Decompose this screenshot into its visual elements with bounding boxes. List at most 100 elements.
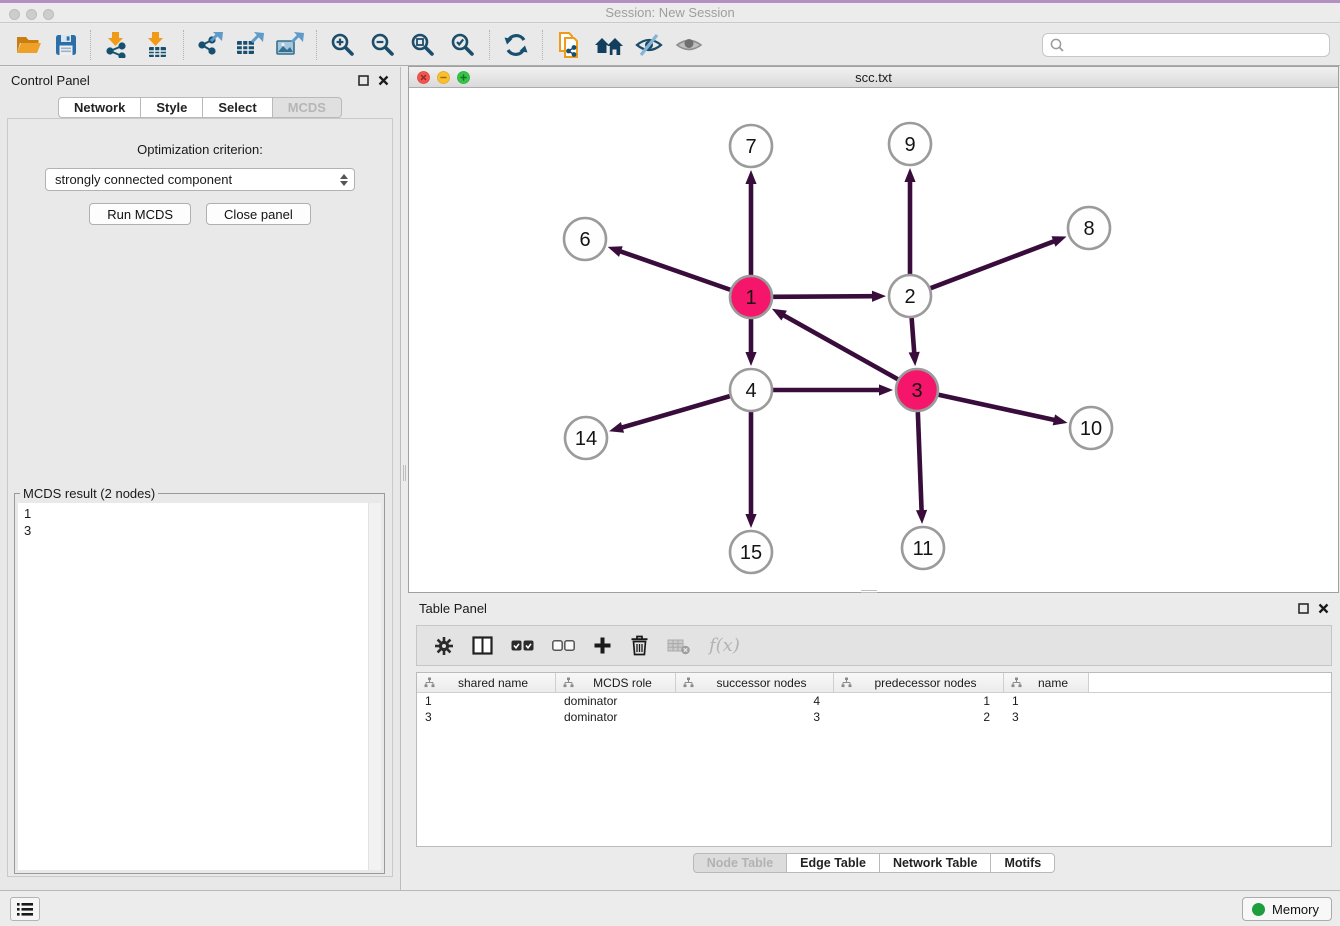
graph-edge-2-8[interactable] [931,240,1057,288]
graph-edge-3-1[interactable] [782,314,898,379]
column-header-MCDS-role[interactable]: MCDS role [556,673,676,692]
column-header-predecessor-nodes[interactable]: predecessor nodes [834,673,1004,692]
table-cell[interactable]: dominator [556,710,676,724]
table-settings-button[interactable] [434,636,454,656]
search-input[interactable] [1065,36,1329,54]
vertical-resize-handle[interactable] [403,465,406,481]
tab-network[interactable]: Network [58,97,141,118]
zoom-in-button[interactable] [323,27,363,63]
graph-node-6[interactable]: 6 [564,218,606,260]
toolbar-separator [183,30,184,60]
show-details-button[interactable] [669,27,709,63]
edge-arrowhead-icon [609,422,624,433]
tab-mcds[interactable]: MCDS [273,97,342,118]
close-panel-icon[interactable] [378,75,389,86]
window-minimize-button[interactable] [26,9,37,20]
svg-text:14: 14 [575,428,597,450]
show-column-panel-button[interactable] [472,636,493,655]
memory-button[interactable]: Memory [1242,897,1332,921]
search-box[interactable] [1042,33,1330,57]
table-cell[interactable]: 2 [834,710,1004,724]
graph-node-2[interactable]: 2 [889,275,931,317]
table-cell[interactable]: 1 [1004,694,1089,708]
mcds-result-list[interactable]: 13 [18,503,381,870]
table-cell[interactable]: 1 [834,694,1004,708]
refresh-button[interactable] [496,27,536,63]
graph-node-7[interactable]: 7 [730,125,772,167]
close-panel-button[interactable]: Close panel [206,203,311,225]
zoom-out-button[interactable] [363,27,403,63]
import-table-button[interactable] [137,27,177,63]
run-mcds-button[interactable]: Run MCDS [89,203,191,225]
tab-network-table[interactable]: Network Table [880,853,992,873]
graph-edge-3-11[interactable] [918,412,922,513]
graph-edge-1-2[interactable] [773,296,875,297]
graph-node-9[interactable]: 9 [889,123,931,165]
graph-node-8[interactable]: 8 [1068,207,1110,249]
float-table-panel-icon[interactable] [1298,603,1309,614]
window-zoom-button[interactable] [43,9,54,20]
graph-node-3[interactable]: 3 [896,369,938,411]
zoom-selected-button[interactable] [443,27,483,63]
table-cell[interactable]: 3 [1004,710,1089,724]
svg-text:7: 7 [745,136,756,158]
unchecked-boxes-icon [552,640,575,652]
open-file-button[interactable] [8,27,48,63]
tab-motifs[interactable]: Motifs [991,853,1055,873]
table-row[interactable]: 3dominator323 [417,709,1331,725]
select-all-rows-button[interactable] [511,640,534,652]
column-header-shared-name[interactable]: shared name [417,673,556,692]
graph-node-14[interactable]: 14 [565,417,607,459]
horizontal-resize-handle[interactable] [861,590,877,593]
deselect-all-rows-button[interactable] [552,640,575,652]
graph-node-11[interactable]: 11 [902,527,944,569]
tab-edge-table[interactable]: Edge Table [787,853,880,873]
table-cell[interactable]: 4 [676,694,834,708]
save-session-button[interactable] [48,27,84,63]
column-header-name[interactable]: name [1004,673,1089,692]
export-table-button[interactable] [230,27,270,63]
table-cell[interactable]: 1 [417,694,556,708]
column-header-successor-nodes[interactable]: successor nodes [676,673,834,692]
column-tree-icon [683,677,694,688]
import-network-button[interactable] [97,27,137,63]
search-icon [1049,37,1065,53]
network-window-titlebar[interactable]: scc.txt [409,67,1338,88]
graph-edge-3-10[interactable] [938,395,1056,421]
column-tree-icon [424,677,435,688]
tab-node-table[interactable]: Node Table [693,853,787,873]
show-task-history-button[interactable] [10,897,40,921]
graph-node-15[interactable]: 15 [730,531,772,573]
table-cell[interactable]: dominator [556,694,676,708]
table-cell[interactable]: 3 [676,710,834,724]
criterion-select[interactable]: strongly connected component [45,168,355,191]
result-scrollbar[interactable] [368,503,381,870]
app-titlebar: Session: New Session [0,0,1340,23]
graph-node-1[interactable]: 1 [730,276,772,318]
export-network-button[interactable] [190,27,230,63]
close-table-panel-icon[interactable] [1318,603,1329,614]
graph-node-10[interactable]: 10 [1070,407,1112,449]
hide-details-button[interactable] [629,27,669,63]
table-cell[interactable]: 3 [417,710,556,724]
export-image-button[interactable] [270,27,310,63]
tab-style[interactable]: Style [141,97,203,118]
graph-node-4[interactable]: 4 [730,369,772,411]
graph-edge-2-3[interactable] [912,318,915,355]
float-panel-icon[interactable] [358,75,369,86]
zoom-fit-button[interactable] [403,27,443,63]
edge-arrowhead-icon [916,510,927,524]
graph-edge-1-6[interactable] [618,251,730,290]
clone-network-button[interactable] [549,27,589,63]
window-close-button[interactable] [9,9,20,20]
table-row[interactable]: 1dominator411 [417,693,1331,709]
edge-arrowhead-icon [909,352,920,366]
graph-edge-4-14[interactable] [620,396,730,428]
network-canvas[interactable]: 7 9 6 8 1 2 4 3 14 10 15 11 [409,88,1338,592]
edge-arrowhead-icon [745,352,756,366]
svg-text:4: 4 [745,380,756,402]
delete-column-button[interactable] [630,635,649,656]
tab-select[interactable]: Select [203,97,272,118]
add-column-button[interactable] [593,636,612,655]
home-networks-button[interactable] [589,27,629,63]
